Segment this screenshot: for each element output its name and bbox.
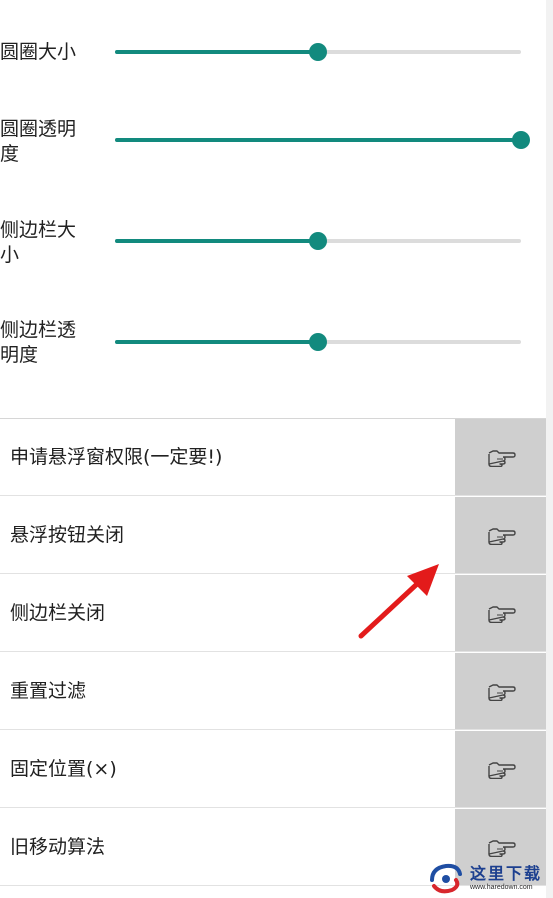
- pointing-hand-button[interactable]: [455, 575, 546, 651]
- slider-thumb[interactable]: [309, 232, 327, 250]
- slider-track[interactable]: [115, 333, 521, 351]
- action-label: 旧移动算法: [10, 836, 106, 858]
- action-label: 申请悬浮窗权限(一定要!): [10, 446, 223, 468]
- slider-label: 侧边栏大小: [0, 219, 77, 266]
- slider-thumb[interactable]: [309, 43, 327, 61]
- slider-track[interactable]: [115, 131, 530, 149]
- action-label: 重置过滤: [10, 680, 87, 702]
- slider-fill: [115, 50, 318, 54]
- watermark-text: 这里下载: [470, 864, 543, 883]
- pointing-hand-button[interactable]: [455, 419, 546, 495]
- action-row-float-permission: 申请悬浮窗权限(一定要!): [0, 419, 546, 496]
- slider-label: 圆圈大小: [0, 41, 77, 63]
- pointing-hand-icon: [487, 606, 516, 623]
- action-row-float-button-close: 悬浮按钮关闭: [0, 497, 546, 574]
- slider-fill: [115, 138, 521, 142]
- pointing-hand-icon: [487, 684, 516, 701]
- action-label: 悬浮按钮关闭: [10, 524, 125, 546]
- action-row-reset-filter: 重置过滤: [0, 653, 546, 730]
- slider-thumb[interactable]: [309, 333, 327, 351]
- slider-fill: [115, 239, 318, 243]
- pointing-hand-icon: [487, 450, 516, 467]
- slider-label: 侧边栏透明度: [0, 319, 77, 366]
- watermark-logo: 这里下载 www.haredown.com: [426, 858, 553, 898]
- slider-track[interactable]: [115, 232, 521, 250]
- slider-thumb[interactable]: [512, 131, 530, 149]
- slider-track[interactable]: [115, 43, 521, 61]
- action-row-sidebar-close: 侧边栏关闭: [0, 575, 546, 652]
- action-row-fixed-position: 固定位置(×): [0, 731, 546, 808]
- slider-label: 圆圈透明度: [0, 118, 77, 165]
- pointing-hand-button[interactable]: [455, 731, 546, 807]
- swirl-logo-icon: [430, 863, 462, 894]
- action-label: 固定位置(×): [10, 758, 117, 780]
- right-gutter: [546, 0, 553, 898]
- slider-fill: [115, 340, 318, 344]
- pointing-hand-button[interactable]: [455, 497, 546, 573]
- pointing-hand-icon: [487, 840, 516, 857]
- pointing-hand-icon: [487, 762, 516, 779]
- pointing-hand-button[interactable]: [455, 653, 546, 729]
- watermark-url: www.haredown.com: [470, 884, 533, 891]
- pointing-hand-icon: [487, 528, 516, 545]
- action-label: 侧边栏关闭: [10, 602, 106, 624]
